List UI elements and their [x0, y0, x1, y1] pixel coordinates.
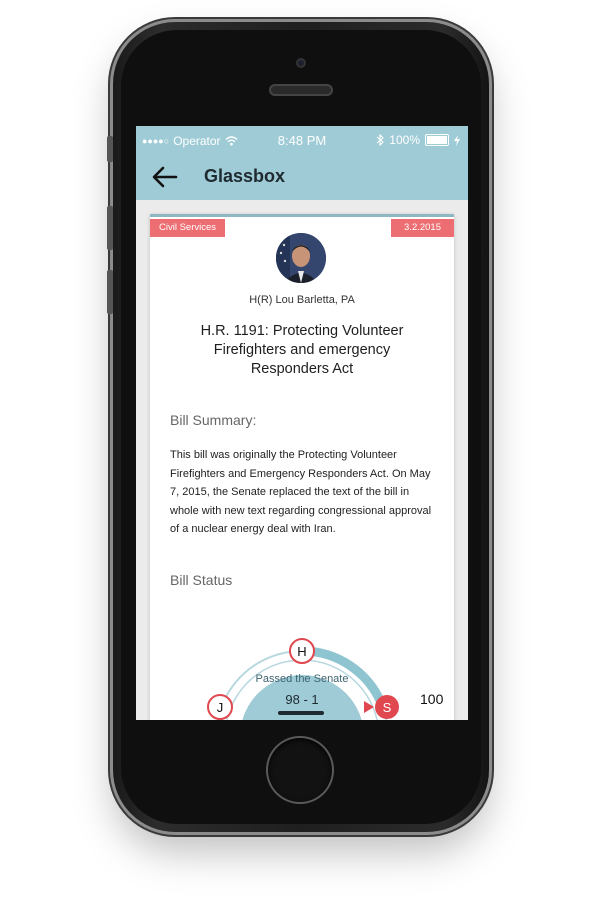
node-senate[interactable]: S: [375, 695, 399, 719]
node-house-label: H: [297, 644, 306, 659]
category-badge: Civil Services: [150, 219, 226, 237]
volume-down-button: [107, 270, 113, 314]
volume-up-button: [107, 206, 113, 250]
back-arrow-icon[interactable]: [150, 162, 180, 192]
vote-underline: [278, 711, 324, 715]
node-senate-label: S: [383, 700, 392, 715]
page-title: Glassbox: [204, 166, 286, 186]
battery-percent: 100%: [389, 133, 420, 147]
status-bar: ●●●●○ Operator 8:48 PM 100%: [136, 126, 468, 154]
summary-text: This bill was originally the Protecting …: [170, 449, 432, 535]
sponsor-name: H(R) Lou Barletta, PA: [249, 294, 355, 306]
status-heading: Bill Status: [170, 572, 233, 588]
stage-label: Passed the Senate: [255, 673, 349, 685]
vote-count: 98 - 1: [285, 692, 319, 707]
bill-title: H.R. 1191: Protecting Volunteer Firefigh…: [200, 323, 404, 377]
bill-card: Civil Services 3.2.2015 H(R) Lou Barlett…: [150, 214, 454, 720]
mute-switch: [107, 136, 113, 162]
node-judiciary-label: J: [217, 700, 224, 715]
front-camera: [296, 58, 306, 68]
home-button[interactable]: [268, 738, 332, 802]
node-house[interactable]: H: [289, 638, 315, 664]
summary-heading: Bill Summary:: [170, 412, 257, 428]
date-badge: 3.2.2015: [391, 219, 454, 237]
app-screen: ●●●●○ Operator 8:48 PM 100% Glassbox Civ…: [136, 126, 468, 720]
sponsor-avatar: [276, 233, 326, 283]
bluetooth-icon: [376, 134, 385, 146]
battery-icon: [425, 134, 449, 146]
node-judiciary[interactable]: J: [207, 694, 233, 720]
charging-icon: [454, 134, 460, 146]
app-header: Glassbox: [136, 154, 468, 200]
senate-count: 100: [420, 691, 444, 707]
earpiece-speaker: [269, 84, 333, 96]
senate-pointer: [364, 701, 374, 713]
